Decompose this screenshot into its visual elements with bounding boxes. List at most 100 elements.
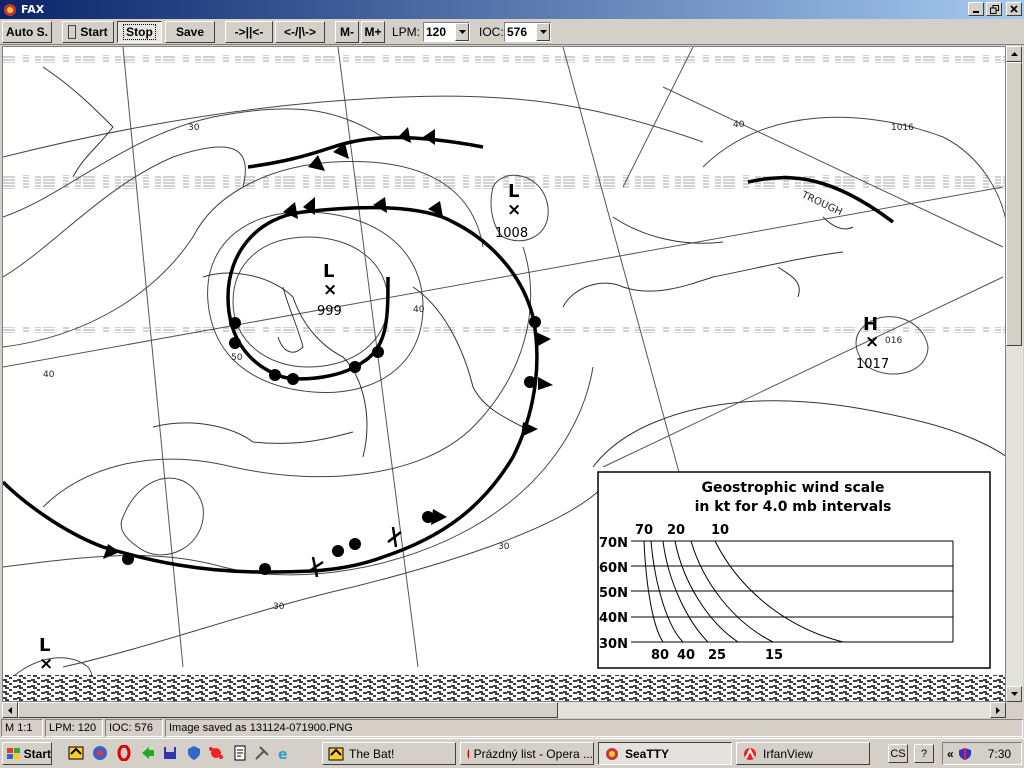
quicklaunch-opera-icon[interactable] [116,745,132,761]
m-plus-label: M+ [364,25,382,39]
quicklaunch-bat-icon[interactable] [68,745,84,761]
status-lpm: LPM: 120 [45,719,103,737]
close-button[interactable] [1006,2,1022,16]
vertical-scrollbar[interactable] [1006,46,1023,702]
low-center-letter: L [508,181,519,202]
svg-text:40: 40 [677,648,695,663]
svg-text:20: 20 [667,523,685,538]
quicklaunch-tools-icon[interactable] [254,745,270,761]
app-icon[interactable] [2,2,18,18]
task-label: Prázdný list - Opera ... [473,746,593,761]
m-minus-button[interactable]: M- [335,21,359,43]
shift-out-button[interactable]: <-/|\-> [275,21,325,43]
restore-button[interactable] [986,2,1002,16]
stop-button[interactable]: Stop [117,21,162,43]
save-button[interactable]: Save [165,21,215,43]
svg-text:60N: 60N [599,561,628,576]
status-bar: M 1:1 LPM: 120 IOC: 576 Image saved as 1… [0,719,1024,737]
svg-text:×: × [865,332,879,352]
svg-text:e: e [278,747,288,761]
irfanview-app-icon [744,747,756,760]
lpm-value: 120 [426,25,447,39]
scroll-right-button[interactable] [990,702,1006,718]
language-indicator[interactable]: CS [888,744,908,763]
svg-text:25: 25 [708,648,726,663]
start-button[interactable]: Start [62,21,114,43]
task-the-bat[interactable]: The Bat! [322,742,456,765]
horizontal-scroll-thumb[interactable] [18,702,558,718]
start-menu-button[interactable]: Start [2,742,52,765]
window-title: FAX [21,3,45,16]
tray-expand-icon[interactable]: « [947,747,954,761]
wind-scale-box: Geostrophic wind scale in kt for 4.0 mb … [597,471,991,669]
auto-save-label: Auto S. [6,25,48,39]
quicklaunch-ie-icon[interactable]: e [276,745,292,761]
svg-text:40: 40 [43,370,55,380]
task-label: The Bat! [349,746,395,761]
svg-text:×: × [323,280,337,300]
arrow-left-icon [8,706,12,714]
svg-text:40: 40 [413,305,425,315]
fax-image-view[interactable]: L × 1008 L × 999 H × 1017 L × 30 40 50 1… [2,46,1006,702]
status-mode: M 1:1 [1,719,43,737]
svg-text:1016: 1016 [891,123,914,133]
quicklaunch-shield-icon[interactable] [186,745,202,761]
horizontal-scrollbar[interactable] [2,702,1006,718]
wind-scale-title: Geostrophic wind scale [701,480,884,496]
stop-label: Stop [123,24,156,40]
minimize-button[interactable] [968,2,984,16]
chevron-down-icon[interactable] [536,23,550,41]
minimize-icon [973,11,979,13]
help-button[interactable]: ? [914,744,934,763]
svg-text:50: 50 [231,353,243,363]
scroll-down-button[interactable] [1006,686,1022,702]
quicklaunch-disk-icon[interactable] [162,745,178,761]
svg-text:30: 30 [188,123,200,133]
close-icon [1010,5,1018,13]
start-label: Start [80,25,108,39]
wind-scale-subtitle: in kt for 4.0 mb intervals [695,499,892,515]
shift-in-button[interactable]: ->||<- [225,21,273,43]
windows-logo-icon [7,747,20,759]
svg-text:80: 80 [651,648,669,663]
svg-text:30N: 30N [599,637,628,652]
lpm-select[interactable]: 120 [423,22,470,42]
m-plus-button[interactable]: M+ [361,21,385,43]
m-minus-label: M- [340,25,354,39]
svg-text:50N: 50N [599,586,628,601]
arrow-right-icon [996,706,1000,714]
ioc-select[interactable]: 576 [504,22,551,42]
shift-in-label: ->||<- [234,25,264,39]
task-opera[interactable]: Prázdný list - Opera ... [460,742,594,765]
save-label: Save [175,25,205,39]
svg-text:016: 016 [885,336,902,346]
low-center-pressure: 1008 [495,226,528,241]
toolbar: Auto S. Start Stop Save ->||<- <-/|\-> M… [0,19,1024,45]
vertical-scroll-thumb[interactable] [1006,62,1022,346]
task-irfanview[interactable]: IrfanView [736,742,870,765]
task-seatty[interactable]: SeaTTY [598,742,732,765]
weather-fax-chart: L × 1008 L × 999 H × 1017 L × 30 40 50 1… [3,47,1005,701]
tray-shield-icon[interactable] [958,747,972,761]
low-center-pressure: 999 [317,304,342,319]
svg-text:15: 15 [765,648,783,663]
scroll-up-button[interactable] [1006,46,1022,62]
auto-save-button[interactable]: Auto S. [2,21,52,43]
task-label: IrfanView [763,746,813,761]
task-label: SeaTTY [625,746,670,761]
lpm-label: LPM: [392,25,421,39]
svg-text:30: 30 [273,602,285,612]
quicklaunch-back-icon[interactable] [140,745,156,761]
low-center-letter: L [39,635,50,656]
system-tray: « 7:30 [942,742,1022,765]
opera-app-icon [467,748,469,759]
chevron-down-icon[interactable] [455,23,469,41]
quicklaunch-doc-icon[interactable] [232,745,248,761]
svg-text:70: 70 [635,523,653,538]
scroll-left-button[interactable] [2,702,18,718]
quicklaunch-browser-icon[interactable] [92,745,108,761]
status-ioc: IOC: 576 [105,719,163,737]
restore-icon [989,4,999,14]
taskbar: Start e The Bat! Prázdný list - Opera ..… [0,738,1024,768]
quicklaunch-splash-icon[interactable] [208,745,224,761]
